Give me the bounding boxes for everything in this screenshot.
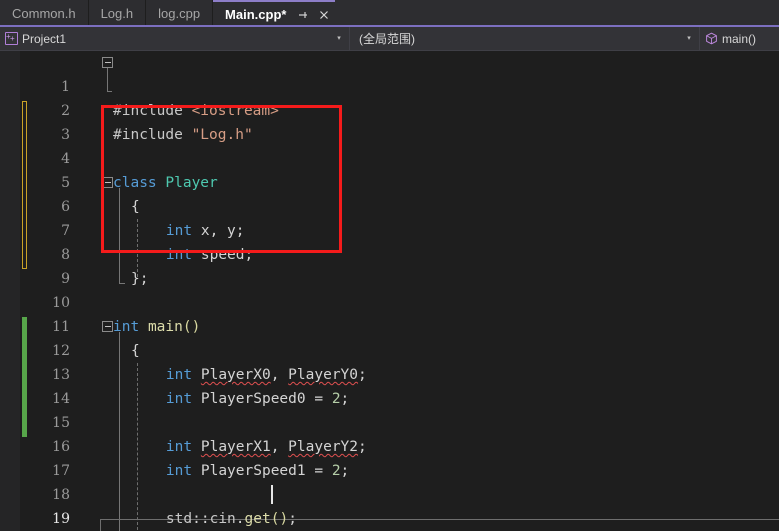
tab-action-group [296,8,331,22]
code-navigation-bar: Project1 ▾ (全局范围) ▾ main() [0,27,779,51]
code-line[interactable]: 11 { [0,291,779,359]
tab-common-h[interactable]: Common.h [0,0,89,27]
code-line[interactable]: 6 int x, y; [0,171,779,239]
code-line[interactable]: 2 #include "Log.h" [0,75,779,143]
tab-log-h[interactable]: Log.h [88,0,147,27]
code-line[interactable]: 10 int main() [0,267,779,335]
visual-studio-editor-window: Common.h Log.h log.cpp Main.cpp* + + Pro… [0,0,779,531]
code-line[interactable]: 15 int PlayerX1, PlayerY2; [0,387,779,455]
chevron-down-icon[interactable]: ▾ [333,35,345,42]
code-editor-surface[interactable]: 1 #include <iostream> 2 #include "Log.h"… [0,51,779,531]
code-line[interactable]: 17 [0,435,779,479]
tab-log-cpp[interactable]: log.cpp [146,0,214,27]
cpp-project-icon [5,32,18,45]
code-line[interactable]: 13 int PlayerSpeed0 = 2; [0,339,779,407]
project-name: Project1 [22,31,67,46]
code-line[interactable]: 1 #include <iostream> [0,51,779,119]
member-selector[interactable]: main() [700,27,779,50]
code-line-current[interactable]: 19 return 0; [0,483,779,527]
cube-icon [705,32,718,45]
project-selector[interactable]: Project1 ▾ [0,27,350,50]
editor-tab-strip: Common.h Log.h log.cpp Main.cpp* [0,0,779,27]
member-name: main() [722,31,757,46]
close-icon[interactable] [317,8,331,22]
code-text-layer[interactable]: 1 #include <iostream> 2 #include "Log.h"… [0,51,779,531]
pin-icon[interactable] [296,8,310,22]
text-caret [271,485,273,504]
tab-label: log.cpp [158,6,201,21]
tab-label: Common.h [12,6,76,21]
tab-label: Log.h [100,6,134,21]
scope-name: (全局范围) [359,32,415,46]
chevron-down-icon[interactable]: ▾ [683,35,695,42]
code-line[interactable]: 5 { [0,147,779,215]
code-line[interactable]: 20 } [0,507,779,531]
code-line[interactable]: 4 class Player [0,123,779,191]
tab-main-cpp[interactable]: Main.cpp* [213,0,336,27]
code-line[interactable]: 8 }; [0,219,779,287]
code-line[interactable]: 12 int PlayerX0, PlayerY0; [0,315,779,383]
code-line[interactable]: 9 [0,243,779,287]
code-line[interactable]: 14 [0,363,779,407]
code-line[interactable]: 16 int PlayerSpeed1 = 2; [0,411,779,479]
code-line[interactable]: 3 [0,99,779,143]
scope-selector[interactable]: (全局范围) ▾ [350,27,700,50]
code-line[interactable]: 7 int speed; [0,195,779,263]
tab-label: Main.cpp* [225,7,287,22]
code-line[interactable]: 18 std::cin.get(); [0,459,779,527]
